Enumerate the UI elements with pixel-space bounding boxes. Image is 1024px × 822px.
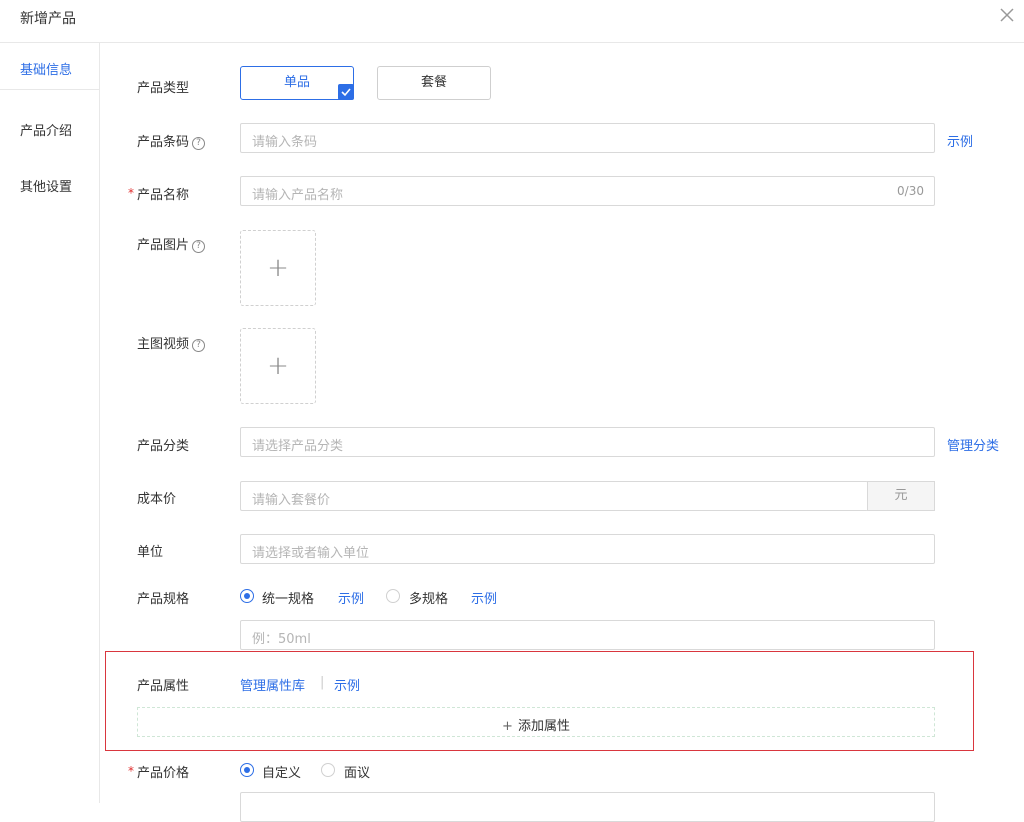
help-icon[interactable]: ? xyxy=(192,137,206,150)
tab-label: 基础信息 xyxy=(20,63,73,78)
name-label: 产品名称 xyxy=(137,188,190,203)
unit-select[interactable]: 请选择或者输入单位 xyxy=(240,534,935,564)
product-name-input[interactable]: 请输入产品名称 0/30 xyxy=(240,176,935,206)
category-placeholder: 请选择产品分类 xyxy=(252,439,344,454)
help-icon[interactable]: ? xyxy=(192,339,206,352)
custom-price-label[interactable]: 自定义 xyxy=(262,762,301,781)
price-label: 产品价格 xyxy=(137,766,190,781)
tab-other-settings[interactable]: 其他设置 xyxy=(0,160,99,206)
tab-basic-info[interactable]: 基础信息 xyxy=(0,43,99,90)
check-icon xyxy=(338,84,354,100)
images-label-text: 产品图片 xyxy=(137,238,190,253)
barcode-placeholder: 请输入条码 xyxy=(252,135,318,150)
char-counter: 0/30 xyxy=(897,184,924,198)
category-select[interactable]: 请选择产品分类 xyxy=(240,427,935,457)
negotiable-price-label[interactable]: 面议 xyxy=(344,762,370,781)
unit-placeholder: 请选择或者输入单位 xyxy=(252,546,370,561)
video-upload[interactable]: + xyxy=(240,328,316,404)
video-label: 主图视频? xyxy=(137,333,206,352)
radio-custom-price[interactable] xyxy=(240,763,254,777)
spec-example-link[interactable]: 示例 xyxy=(338,588,364,607)
barcode-label-text: 产品条码 xyxy=(137,135,190,150)
barcode-input[interactable]: 请输入条码 xyxy=(240,123,935,153)
spec-label: 产品规格 xyxy=(137,592,190,607)
plus-icon: + xyxy=(267,253,289,283)
radio-multi-spec[interactable] xyxy=(386,589,400,603)
radio-negotiable-price[interactable] xyxy=(321,763,335,777)
spec-placeholder: 例：50ml xyxy=(252,632,311,647)
product-type-label: 产品类型 xyxy=(137,81,190,96)
close-icon[interactable] xyxy=(998,6,1016,24)
images-label: 产品图片? xyxy=(137,234,206,253)
attributes-example-link[interactable]: 示例 xyxy=(334,675,360,694)
name-placeholder: 请输入产品名称 xyxy=(252,188,344,203)
tab-label: 产品介绍 xyxy=(20,124,73,139)
plus-icon: + xyxy=(502,719,513,734)
manage-category-link[interactable]: 管理分类 xyxy=(947,435,999,454)
tab-label: 其他设置 xyxy=(20,180,73,195)
add-attribute-label: 添加属性 xyxy=(517,719,570,734)
type-single-button[interactable]: 单品 xyxy=(240,66,354,100)
cost-unit-addon: 元 xyxy=(867,481,935,511)
radio-unified-spec[interactable] xyxy=(240,589,254,603)
unit-label: 单位 xyxy=(137,545,164,560)
dialog-title: 新增产品 xyxy=(20,11,76,27)
cost-label: 成本价 xyxy=(137,492,177,507)
type-package-label: 套餐 xyxy=(420,75,447,90)
help-icon[interactable]: ? xyxy=(192,240,206,253)
attributes-label: 产品属性 xyxy=(137,679,190,694)
multi-spec-example-link[interactable]: 示例 xyxy=(471,588,497,607)
barcode-example-link[interactable]: 示例 xyxy=(947,131,973,150)
required-mark: * xyxy=(128,764,134,778)
link-separator: | xyxy=(320,675,325,690)
cost-input[interactable]: 请输入套餐价 xyxy=(240,481,868,511)
multi-spec-label[interactable]: 多规格 xyxy=(409,588,448,607)
add-attribute-button[interactable]: + 添加属性 xyxy=(137,707,935,737)
barcode-label: 产品条码? xyxy=(137,131,206,150)
manage-attributes-link[interactable]: 管理属性库 xyxy=(240,675,305,694)
tab-product-intro[interactable]: 产品介绍 xyxy=(0,104,99,150)
plus-icon: + xyxy=(267,351,289,381)
unified-spec-label[interactable]: 统一规格 xyxy=(262,588,314,607)
sidebar-nav xyxy=(0,43,100,803)
dialog-header: 新增产品 xyxy=(0,0,1024,43)
type-single-label: 单品 xyxy=(283,75,310,90)
price-input[interactable] xyxy=(240,792,935,822)
cost-placeholder: 请输入套餐价 xyxy=(252,493,331,508)
video-label-text: 主图视频 xyxy=(137,337,190,352)
required-mark: * xyxy=(128,186,134,200)
category-label: 产品分类 xyxy=(137,439,190,454)
type-package-button[interactable]: 套餐 xyxy=(377,66,491,100)
image-upload[interactable]: + xyxy=(240,230,316,306)
spec-input[interactable]: 例：50ml xyxy=(240,620,935,650)
